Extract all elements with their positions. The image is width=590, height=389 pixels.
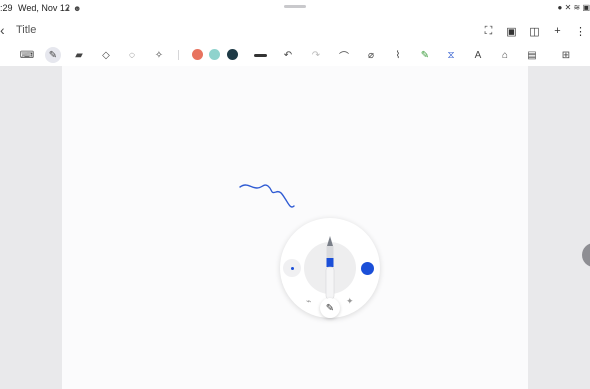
color-swatch-coral[interactable] bbox=[192, 49, 203, 60]
book-icon[interactable]: ▣ bbox=[502, 22, 521, 40]
note-title[interactable]: Title bbox=[16, 24, 36, 36]
note-header: ‹ Title ⛶ ▣ ◫ + ⋮ bbox=[0, 18, 590, 44]
lasso-icon[interactable]: ◌ bbox=[124, 47, 140, 63]
pen-icon[interactable]: ✎ bbox=[45, 47, 61, 63]
toolbar-divider bbox=[178, 50, 179, 60]
curve-shape-icon[interactable]: ⌇ bbox=[390, 47, 406, 63]
keyboard-icon[interactable]: ⌨ bbox=[19, 47, 35, 63]
pen-icon bbox=[325, 236, 335, 300]
sticker-icon[interactable]: ⌂ bbox=[497, 47, 513, 63]
back-button[interactable]: ‹ bbox=[0, 22, 5, 38]
status-right-icons: ● ✕ ≋ ▣ bbox=[557, 3, 590, 12]
stroke-width-button[interactable] bbox=[254, 54, 267, 57]
more-icon[interactable]: ⋮ bbox=[571, 22, 590, 40]
eraser-icon[interactable]: ◇ bbox=[98, 47, 114, 63]
size-dot bbox=[290, 266, 294, 270]
status-bar: :29 Wed, Nov 12 ◐ ☻ ● ✕ ≋ ▣ bbox=[0, 0, 590, 18]
fullscreen-icon[interactable]: ⛶ bbox=[479, 22, 498, 40]
color-swatch-navy[interactable] bbox=[227, 49, 238, 60]
right-margin bbox=[528, 66, 590, 389]
status-time: :29 bbox=[0, 3, 13, 13]
redo-icon[interactable]: ↷ bbox=[308, 47, 324, 63]
pen-mode-button[interactable]: ✎ bbox=[320, 298, 340, 318]
green-pen-icon[interactable]: ✎ bbox=[417, 47, 433, 63]
pen-size-button[interactable] bbox=[283, 259, 301, 277]
fill-shape-icon[interactable]: ⌀ bbox=[363, 47, 379, 63]
status-left-icons: ◐ ☻ bbox=[66, 4, 82, 13]
magic-tool-icon[interactable]: ✧ bbox=[151, 47, 167, 63]
multitask-grabber[interactable] bbox=[284, 5, 306, 8]
pen-palette: ⌁ ✎ ✦ bbox=[280, 218, 380, 318]
page-settings-icon[interactable]: ◫ bbox=[525, 22, 544, 40]
page-template-icon[interactable]: ▤ bbox=[524, 47, 540, 63]
pen-preview bbox=[304, 236, 356, 300]
drawing-canvas[interactable] bbox=[62, 66, 528, 389]
drawing-toolbar: ⌨ ✎ ▰ ◇ ◌ ✧ ↶ ↷ ⌒ ⌀ ⌇ ✎ ⧖ A ⌂ ▤ ⊞ bbox=[0, 44, 590, 67]
magic-brush-icon[interactable]: ✦ bbox=[346, 296, 354, 307]
blue-pen-icon[interactable]: ⧖ bbox=[443, 47, 459, 63]
add-page-icon[interactable]: + bbox=[548, 22, 567, 40]
status-date: Wed, Nov 12 bbox=[18, 3, 70, 13]
shape-pen-icon[interactable]: ⌒ bbox=[336, 47, 352, 63]
ink-stroke bbox=[239, 184, 295, 208]
text-box-icon[interactable]: A bbox=[470, 47, 486, 63]
grid-menu-icon[interactable]: ⊞ bbox=[558, 47, 574, 63]
header-actions: ⛶ ▣ ◫ + ⋮ bbox=[479, 22, 590, 40]
highlighter-icon[interactable]: ▰ bbox=[71, 47, 87, 63]
undo-icon[interactable]: ↶ bbox=[280, 47, 296, 63]
pen-color-button[interactable] bbox=[361, 262, 374, 275]
left-margin bbox=[0, 66, 62, 389]
color-swatch-teal[interactable] bbox=[209, 49, 220, 60]
shape-tool-icon[interactable]: ⌁ bbox=[306, 296, 311, 307]
